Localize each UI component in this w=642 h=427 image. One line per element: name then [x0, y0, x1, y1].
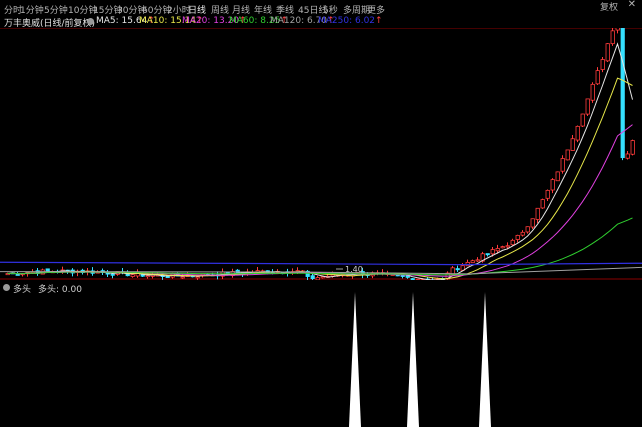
- candle-body: [595, 70, 600, 85]
- candle-body: [165, 276, 170, 279]
- candle-body: [535, 207, 540, 220]
- candle-body: [565, 149, 570, 161]
- candle-body: [195, 276, 200, 279]
- candle-body: [525, 226, 530, 233]
- legend-settings-icon[interactable]: [87, 17, 94, 27]
- candle-body: [630, 140, 635, 155]
- candle-body: [575, 125, 580, 141]
- candle-body: [590, 83, 595, 101]
- candle-body: [560, 158, 565, 172]
- candle-body: [495, 248, 500, 252]
- indicator-chart: [349, 292, 491, 427]
- period-tab-11[interactable]: 年线: [254, 3, 272, 16]
- close-icon[interactable]: ✕: [628, 0, 636, 10]
- candle-body: [510, 239, 515, 246]
- signal-spike-2: [479, 292, 491, 427]
- candle-body: [580, 113, 585, 127]
- period-tab-8[interactable]: 日线: [188, 3, 206, 16]
- candle-body: [620, 28, 625, 159]
- candle-body: [130, 274, 135, 277]
- candle-body: [490, 249, 495, 255]
- signal-spike-0: [349, 292, 361, 427]
- period-tab-1[interactable]: 1分钟: [20, 3, 44, 16]
- restore-button[interactable]: 复权: [600, 0, 618, 13]
- candle-body: [585, 98, 590, 115]
- candle-body: [450, 267, 455, 275]
- ma20-line: [7, 124, 633, 277]
- candle-body: [550, 179, 555, 191]
- ma60-line: [7, 217, 633, 276]
- ma-arrow-icon: ↑: [375, 16, 383, 26]
- candle-body: [475, 259, 480, 262]
- candle-body: [45, 268, 50, 272]
- candle-body: [615, 28, 620, 31]
- period-tab-15[interactable]: 多周期: [343, 3, 370, 16]
- low-price-marker: 1.40: [345, 265, 363, 274]
- candle-body: [315, 277, 320, 280]
- candle-body: [600, 59, 605, 70]
- candle-body: [540, 199, 545, 209]
- candle-body: [310, 275, 315, 279]
- candle-body: [180, 276, 185, 279]
- period-tab-2[interactable]: 5分钟: [44, 3, 68, 16]
- period-tab-9[interactable]: 周线: [211, 3, 229, 16]
- candle-body: [605, 43, 610, 62]
- candle-body: [505, 245, 510, 248]
- candle-body: [570, 138, 575, 151]
- period-tab-12[interactable]: 季线: [276, 3, 294, 16]
- period-toolbar: 分时 1分钟 5分钟 10分钟 15分钟 30分钟 60分钟 2小时 日线 周线 月线 年线 季线 45日…: [0, 3, 642, 16]
- candle-body: [485, 253, 490, 256]
- ma-legend-item-5: MA250: 6.02↑: [318, 16, 383, 26]
- candlestick-chart[interactable]: 1.40: [0, 28, 642, 280]
- period-tab-16[interactable]: 更多: [367, 3, 385, 16]
- candle-body: [625, 153, 630, 159]
- period-tab-14[interactable]: 5秒: [323, 3, 338, 16]
- candle-body: [15, 273, 20, 276]
- main-chart-legend: 万丰奥威(日线/前复权) MA5: 15.64↑ MA10: 15.14↑ MA20…: [0, 16, 642, 29]
- candle-body: [410, 278, 415, 280]
- ma250-line: [0, 261, 642, 266]
- candle-body: [400, 274, 405, 277]
- candle-body: [110, 273, 115, 276]
- candle-body: [470, 260, 475, 264]
- candle-body: [520, 231, 525, 236]
- ma5-line: [7, 42, 633, 280]
- candle-body: [500, 246, 505, 249]
- candle-body: [515, 234, 520, 240]
- period-tab-10[interactable]: 月线: [232, 3, 250, 16]
- candle-body: [555, 171, 560, 182]
- candle-body: [145, 275, 150, 278]
- candle-body: [545, 189, 550, 199]
- candle-body: [530, 218, 535, 228]
- candle-body: [455, 268, 460, 271]
- signal-spike-1: [407, 292, 419, 427]
- candle-body: [610, 30, 615, 45]
